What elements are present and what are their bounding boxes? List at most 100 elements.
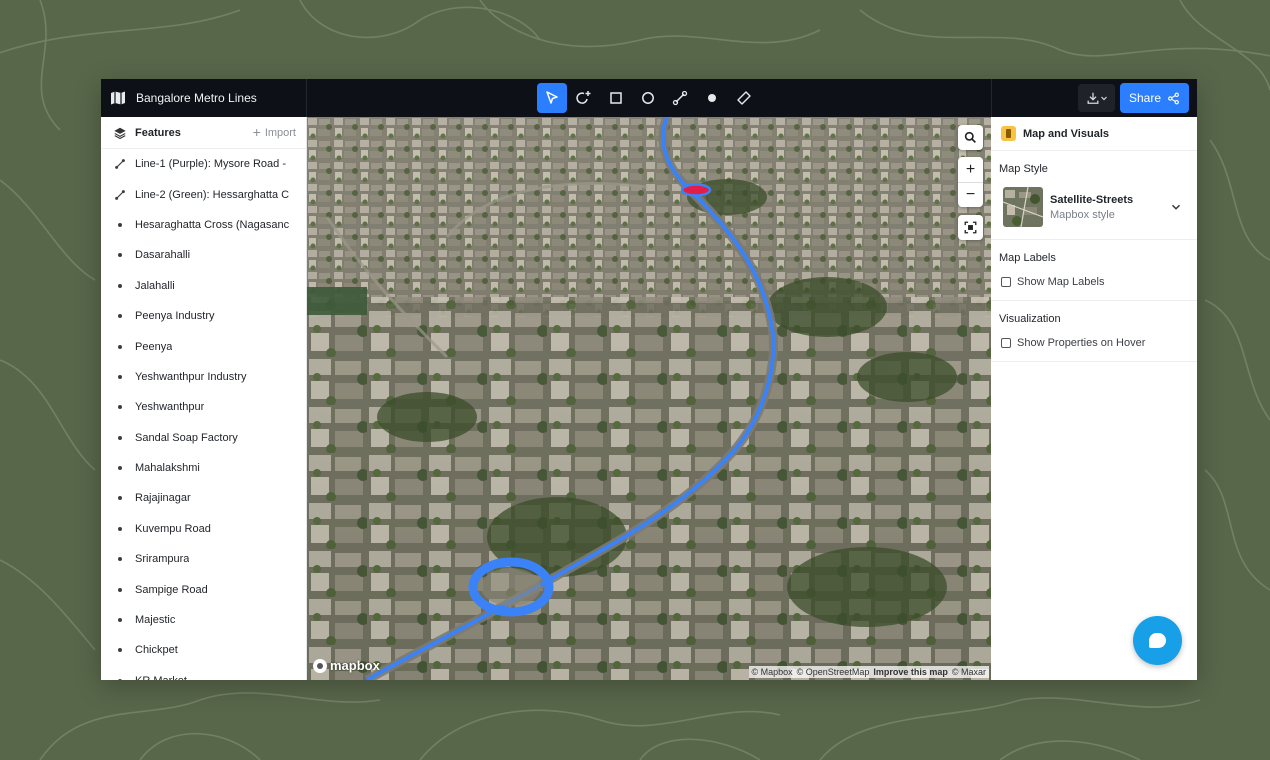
point-feature-icon xyxy=(113,314,127,319)
feature-label: Yeshwanthpur xyxy=(135,401,205,414)
map-canvas[interactable]: + − mapbox © Mapbox © OpenStreetMap Impr… xyxy=(307,117,991,680)
point-feature-icon xyxy=(113,526,127,531)
feature-list-item[interactable]: Dasarahalli xyxy=(101,240,306,270)
search-icon xyxy=(964,131,976,143)
show-properties-on-hover-checkbox[interactable] xyxy=(1001,338,1011,348)
project-title-area[interactable]: Bangalore Metro Lines xyxy=(110,79,257,117)
feature-list-item[interactable]: Hesaraghatta Cross (Nagasanc xyxy=(101,210,306,240)
layers-icon xyxy=(114,127,126,139)
project-title: Bangalore Metro Lines xyxy=(136,91,257,105)
attribution-osm-link[interactable]: © OpenStreetMap xyxy=(797,667,870,677)
point-feature-icon xyxy=(113,557,127,562)
attribution-mapbox-link[interactable]: © Mapbox xyxy=(752,667,793,677)
visualization-heading: Visualization xyxy=(999,313,1061,325)
point-feature-icon xyxy=(113,648,127,653)
feature-list-item[interactable]: Peenya xyxy=(101,331,306,361)
show-map-labels-option[interactable]: Show Map Labels xyxy=(1001,276,1189,288)
feature-list-item[interactable]: Mahalakshmi xyxy=(101,453,306,483)
feature-list-item[interactable]: Peenya Industry xyxy=(101,301,306,331)
feature-list-item[interactable]: Line-2 (Green): Hessarghatta C xyxy=(101,179,306,209)
chat-support-button[interactable] xyxy=(1133,616,1182,665)
show-map-labels-label: Show Map Labels xyxy=(1017,276,1105,288)
lasso-tool-button[interactable] xyxy=(569,83,599,113)
feature-list-item[interactable]: Srirampura xyxy=(101,544,306,574)
feature-label: Srirampura xyxy=(135,553,190,566)
toolbar-divider xyxy=(306,79,307,117)
fit-bounds-button[interactable] xyxy=(958,215,983,240)
download-dropdown-button[interactable] xyxy=(1078,84,1115,112)
feature-label: Line-1 (Purple): Mysore Road - xyxy=(135,158,287,171)
line-feature-icon xyxy=(113,189,127,201)
visualization-section: Visualization Show Properties on Hover xyxy=(991,301,1197,362)
line-tool-button[interactable] xyxy=(665,83,695,113)
zoom-in-button[interactable]: + xyxy=(958,157,983,182)
import-button[interactable]: + Import xyxy=(252,124,296,140)
satellite-style-thumbnail xyxy=(1003,187,1043,227)
zoom-out-button[interactable]: − xyxy=(958,182,983,207)
feature-label: Sandal Soap Factory xyxy=(135,431,238,444)
feature-list-item[interactable]: Sampige Road xyxy=(101,574,306,604)
point-feature-icon xyxy=(113,466,127,471)
fit-bounds-icon xyxy=(964,221,977,234)
feature-list-item[interactable]: Line-1 (Purple): Mysore Road - xyxy=(101,149,306,179)
feature-list-item[interactable]: Yeshwanthpur Industry xyxy=(101,362,306,392)
download-icon xyxy=(1087,92,1098,104)
point-feature-icon xyxy=(113,344,127,349)
point-feature-icon xyxy=(113,222,127,227)
toolbar-divider xyxy=(991,79,992,117)
feature-list-item[interactable]: Kuvempu Road xyxy=(101,514,306,544)
show-properties-on-hover-label: Show Properties on Hover xyxy=(1017,337,1146,349)
dot-icon xyxy=(708,94,716,102)
feature-label: Line-2 (Green): Hessarghatta C xyxy=(135,188,290,201)
feature-label: Sampige Road xyxy=(135,583,208,596)
line-segment-icon xyxy=(672,90,688,106)
map-style-selector[interactable]: Satellite-Streets Mapbox style xyxy=(999,187,1189,227)
chevron-down-icon xyxy=(1100,96,1107,101)
ruler-icon xyxy=(737,91,751,105)
map-visuals-panel: Map and Visuals Map Style Satellite-Stre xyxy=(991,117,1197,680)
satellite-imagery xyxy=(307,117,991,680)
feature-list-item[interactable]: Majestic xyxy=(101,605,306,635)
map-style-subtitle: Mapbox style xyxy=(1050,208,1115,221)
app-window: Bangalore Metro Lines Share Features + I… xyxy=(101,79,1197,680)
folded-map-icon xyxy=(111,91,125,105)
improve-map-link[interactable]: Improve this map xyxy=(873,667,948,677)
selected-station-marker xyxy=(680,183,712,197)
map-labels-section: Map Labels Show Map Labels xyxy=(991,240,1197,301)
show-map-labels-checkbox[interactable] xyxy=(1001,277,1011,287)
mapbox-logo[interactable]: mapbox xyxy=(313,658,380,673)
feature-label: Hesaraghatta Cross (Nagasanc xyxy=(135,218,290,231)
feature-list-item[interactable]: Yeshwanthpur xyxy=(101,392,306,422)
point-feature-icon xyxy=(113,678,127,680)
feature-label: Dasarahalli xyxy=(135,249,191,262)
map-visuals-icon xyxy=(1001,126,1016,141)
point-feature-icon xyxy=(113,405,127,410)
map-search-button[interactable] xyxy=(958,125,983,150)
chat-bubble-icon xyxy=(1149,633,1166,648)
attribution-maxar-link[interactable]: © Maxar xyxy=(952,667,986,677)
feature-list-item[interactable]: KR Market xyxy=(101,666,306,680)
feature-list-item[interactable]: Jalahalli xyxy=(101,271,306,301)
map-style-name: Satellite-Streets xyxy=(1050,193,1134,206)
rectangle-tool-button[interactable] xyxy=(601,83,631,113)
select-tool-button[interactable] xyxy=(537,83,567,113)
top-bar: Bangalore Metro Lines Share xyxy=(101,79,1197,117)
mapbox-mark-icon xyxy=(313,658,327,673)
chevron-down-icon xyxy=(1172,204,1180,210)
measure-tool-button[interactable] xyxy=(729,83,759,113)
point-feature-icon xyxy=(113,253,127,258)
feature-list-item[interactable]: Chickpet xyxy=(101,635,306,665)
feature-label: Majestic xyxy=(135,614,176,627)
plus-icon: + xyxy=(252,124,261,140)
show-properties-on-hover-option[interactable]: Show Properties on Hover xyxy=(1001,337,1189,349)
point-tool-button[interactable] xyxy=(697,83,727,113)
mapbox-logo-text: mapbox xyxy=(330,658,380,673)
share-button-label: Share xyxy=(1128,91,1162,105)
features-title: Features xyxy=(135,126,181,139)
circle-tool-button[interactable] xyxy=(633,83,663,113)
import-label: Import xyxy=(264,126,296,139)
feature-list-item[interactable]: Sandal Soap Factory xyxy=(101,423,306,453)
feature-label: Kuvempu Road xyxy=(135,522,211,535)
feature-list-item[interactable]: Rajajinagar xyxy=(101,483,306,513)
share-button[interactable]: Share xyxy=(1120,83,1189,113)
